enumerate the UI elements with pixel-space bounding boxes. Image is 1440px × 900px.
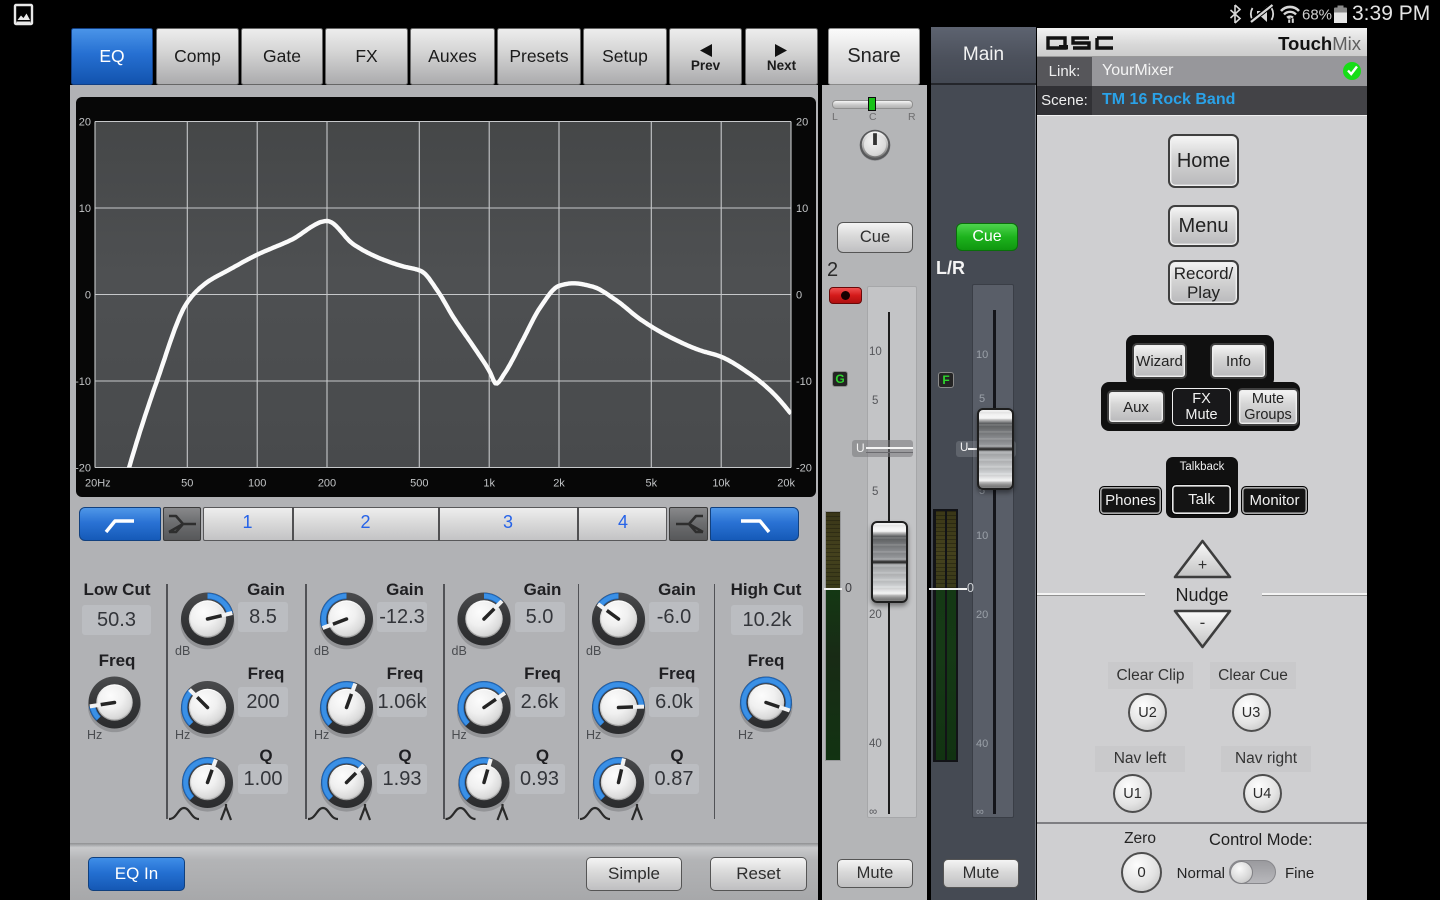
svg-text:-: -: [1200, 613, 1206, 632]
svg-text:+: +: [1198, 557, 1207, 574]
